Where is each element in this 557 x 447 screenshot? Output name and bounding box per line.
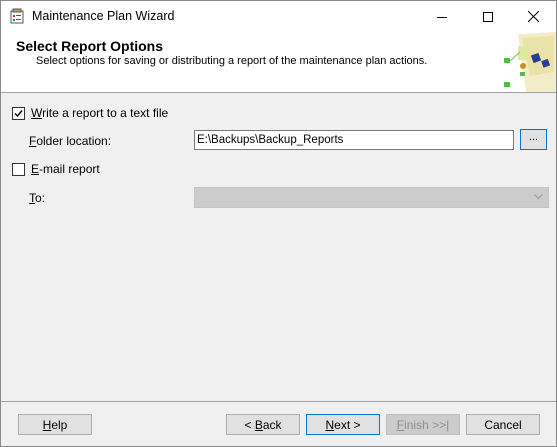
folder-location-label: Folder location: [29,134,112,148]
finish-button[interactable]: Finish >>| [386,414,460,435]
page-subtitle: Select options for saving or distributin… [36,55,428,67]
chevron-down-icon [534,194,543,200]
back-button[interactable]: < Back [226,414,300,435]
help-button[interactable]: Help [18,414,92,435]
email-report-checkbox[interactable] [12,163,25,176]
to-select[interactable] [194,187,549,208]
footer-divider [1,401,556,402]
maximize-icon [483,11,493,22]
close-icon [527,11,539,22]
close-button[interactable] [510,1,556,32]
minimize-button[interactable] [419,1,465,32]
wizard-banner-art [504,32,556,92]
write-report-label[interactable]: Write a report to a text file [31,106,168,120]
page-title: Select Report Options [16,38,164,54]
minimize-icon [437,16,447,18]
app-icon [9,8,25,24]
title-bar: Maintenance Plan Wizard [1,1,556,32]
checkmark-icon [14,110,23,118]
wizard-header: Select Report Options Select options for… [1,32,556,93]
window-title: Maintenance Plan Wizard [32,9,175,23]
next-button[interactable]: Next > [306,414,380,435]
maximize-button[interactable] [465,1,511,32]
wizard-window: Maintenance Plan Wizard Select Report Op… [0,0,557,447]
cancel-button[interactable]: Cancel [466,414,540,435]
folder-location-input[interactable]: E:\Backups\Backup_Reports [194,130,514,150]
write-report-checkbox[interactable] [12,107,25,120]
to-label: To: [29,191,46,205]
browse-folder-button[interactable]: ... [520,129,547,150]
email-report-label[interactable]: E-mail report [31,162,100,176]
